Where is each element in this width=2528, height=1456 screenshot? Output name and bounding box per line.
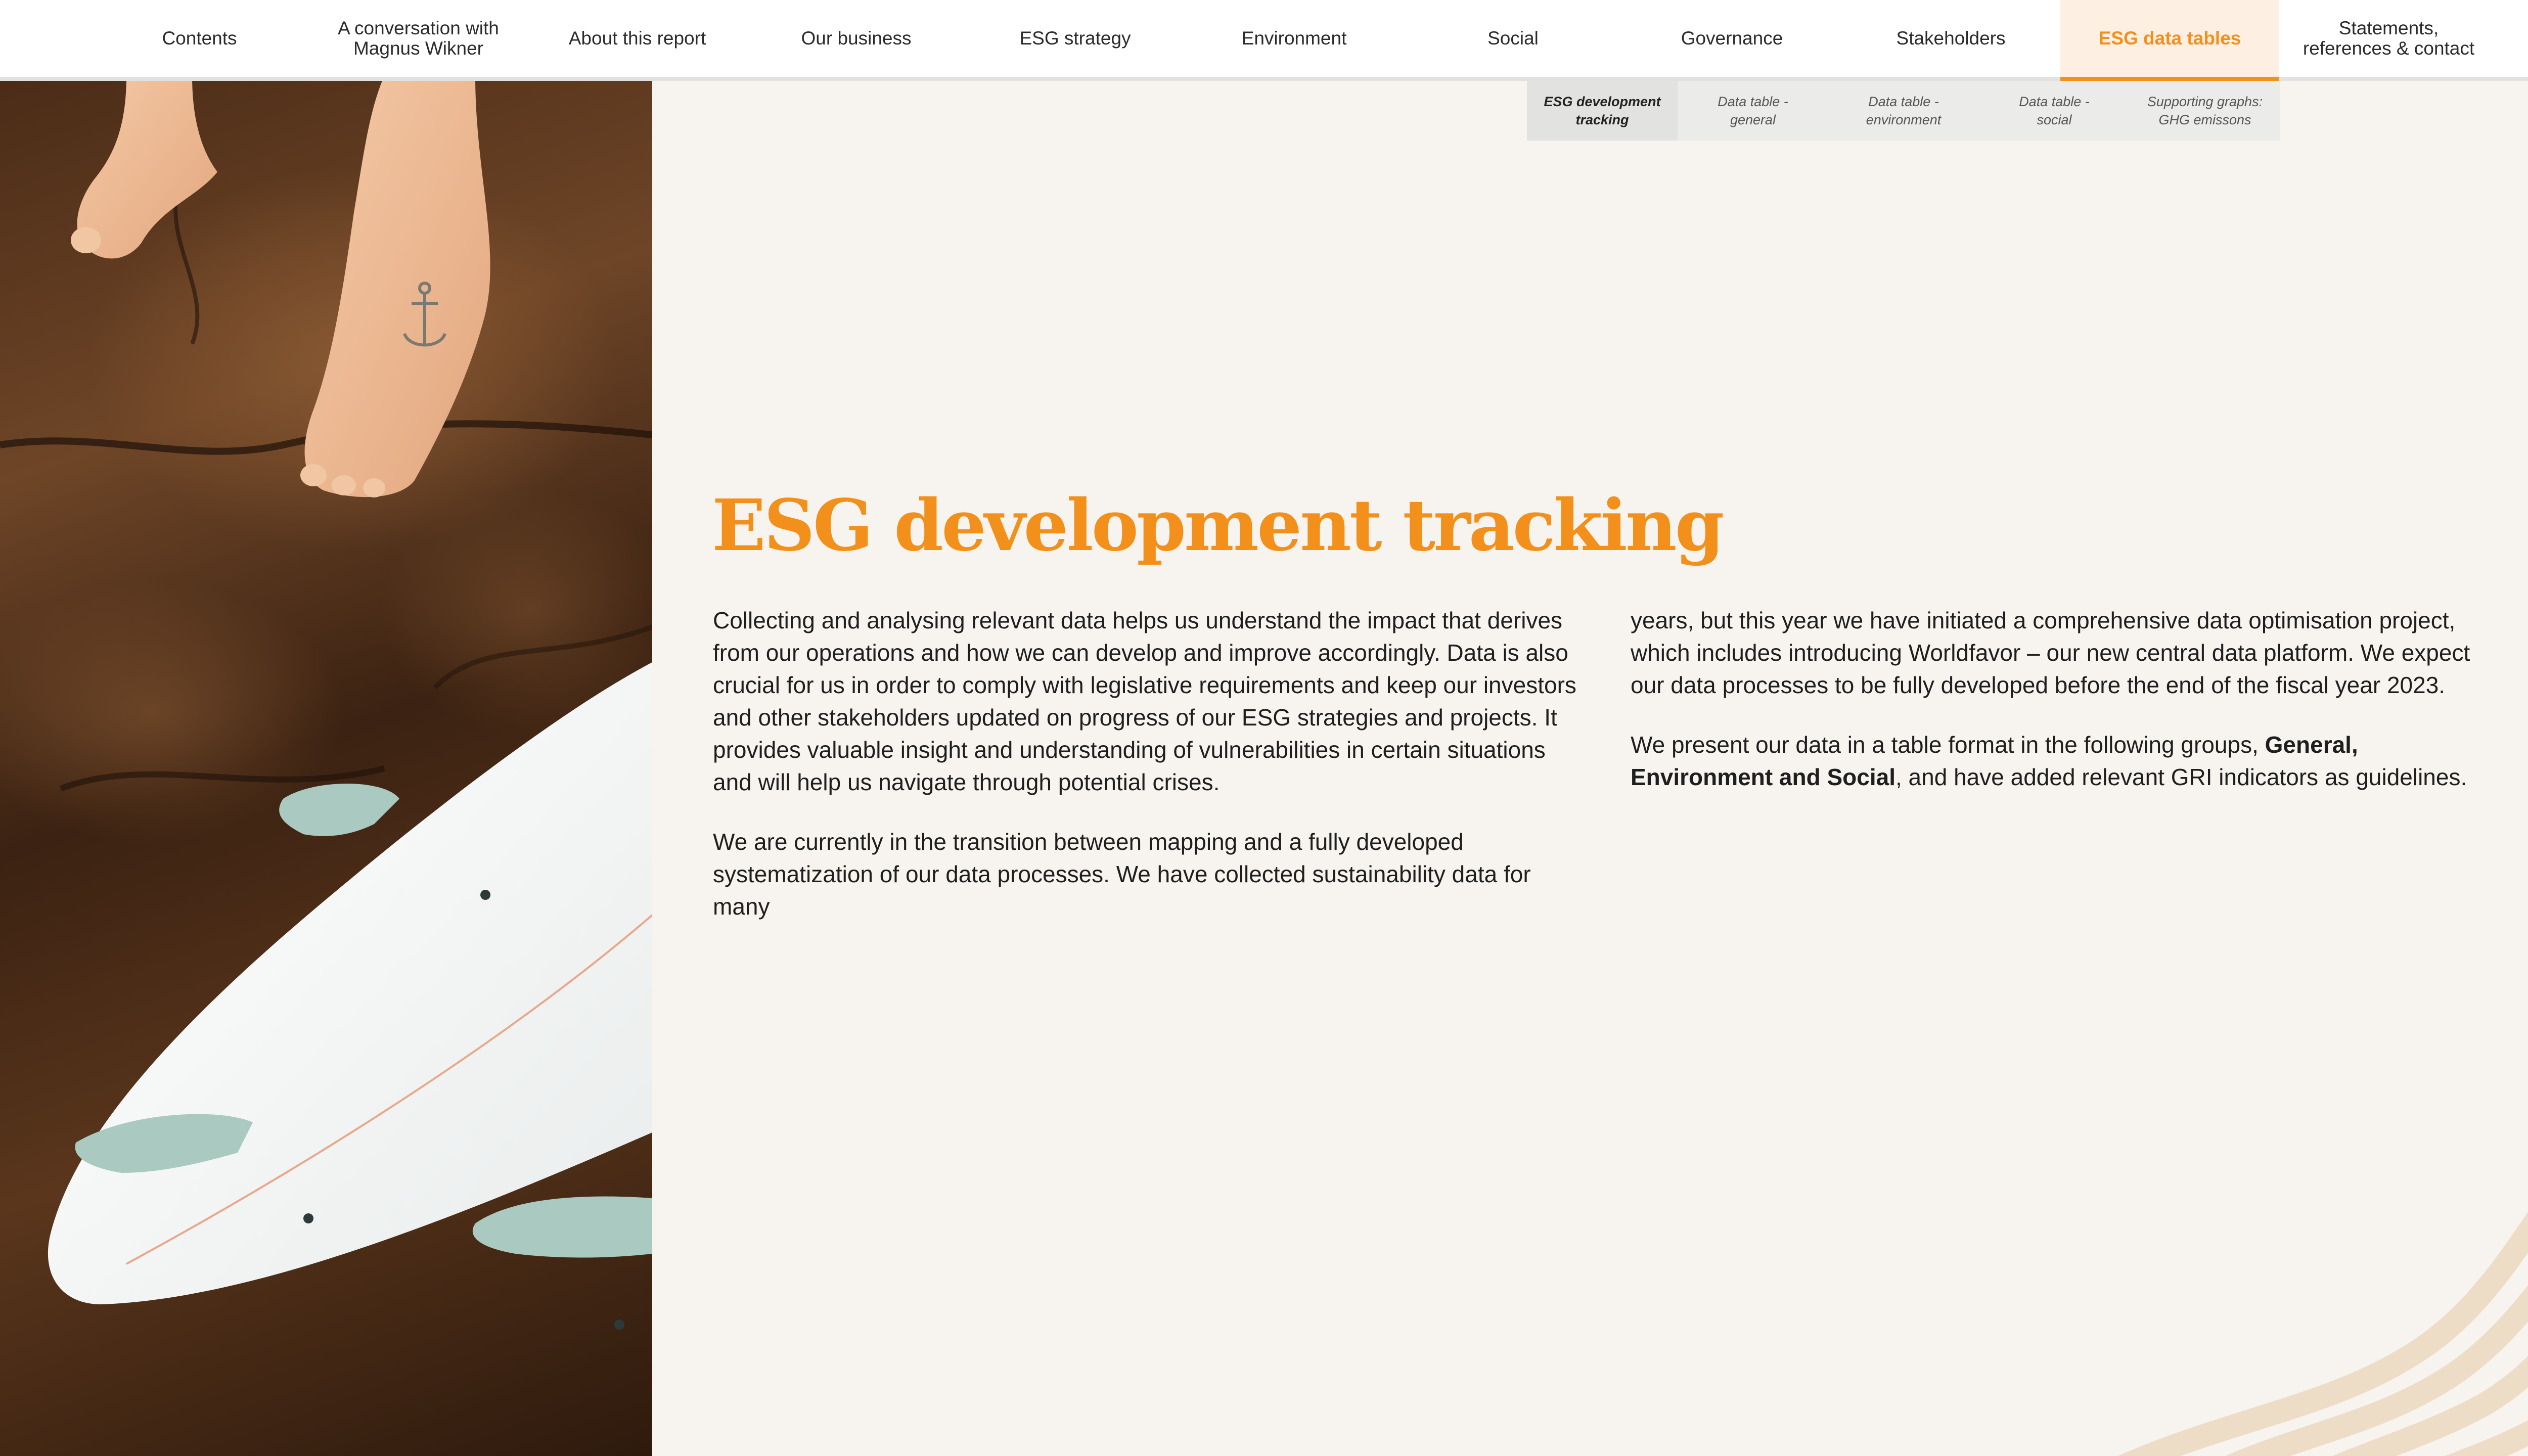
nav-contents[interactable]: Contents bbox=[90, 0, 309, 77]
nav-environment[interactable]: Environment bbox=[1185, 0, 1404, 77]
nav-about-this-report[interactable]: About this report bbox=[528, 0, 747, 77]
top-navigation: Contents A conversation with Magnus Wikn… bbox=[0, 0, 2528, 81]
nav-statements-references-contact[interactable]: Statements, references & contact bbox=[2279, 0, 2498, 77]
nav-our-business[interactable]: Our business bbox=[747, 0, 966, 77]
nav-governance[interactable]: Governance bbox=[1622, 0, 1841, 77]
page-title: ESG development tracking bbox=[712, 484, 1725, 567]
body-paragraph: years, but this year we have initiated a… bbox=[1631, 607, 2470, 698]
body-paragraph: We present our data in a table format in… bbox=[1631, 729, 2490, 793]
rock-and-surfboard-illustration bbox=[0, 81, 652, 1330]
subtab-data-table-environment[interactable]: Data table - environment bbox=[1828, 81, 1979, 141]
nav-stakeholders[interactable]: Stakeholders bbox=[1841, 0, 2060, 77]
subtab-supporting-graphs-ghg[interactable]: Supporting graphs: GHG emissons bbox=[2130, 81, 2280, 141]
paragraph-text: , and have added relevant GRI indicators… bbox=[1895, 764, 2467, 790]
subtab-data-table-social[interactable]: Data table - social bbox=[1979, 81, 2130, 141]
body-column-right: years, but this year we have initiated a… bbox=[1631, 604, 2490, 821]
subtab-data-table-general[interactable]: Data table - general bbox=[1678, 81, 1828, 141]
body-paragraph: We are currently in the transition betwe… bbox=[713, 829, 1531, 920]
paragraph-text: We present our data in a table format in… bbox=[1631, 732, 2265, 758]
hero-photo bbox=[0, 81, 652, 1456]
decorative-waves bbox=[2117, 1212, 2528, 1456]
subtab-esg-development-tracking[interactable]: ESG development tracking bbox=[1527, 81, 1678, 141]
body-column-left: Collecting and analysing relevant data h… bbox=[713, 604, 1577, 950]
nav-esg-strategy[interactable]: ESG strategy bbox=[966, 0, 1185, 77]
nav-social[interactable]: Social bbox=[1404, 0, 1622, 77]
nav-conversation-with-magnus-wikner[interactable]: A conversation with Magnus Wikner bbox=[309, 0, 528, 77]
body-paragraph: Collecting and analysing relevant data h… bbox=[713, 607, 1576, 795]
nav-esg-data-tables[interactable]: ESG data tables bbox=[2060, 0, 2279, 81]
sub-navigation: ESG development tracking Data table - ge… bbox=[1527, 81, 2280, 141]
